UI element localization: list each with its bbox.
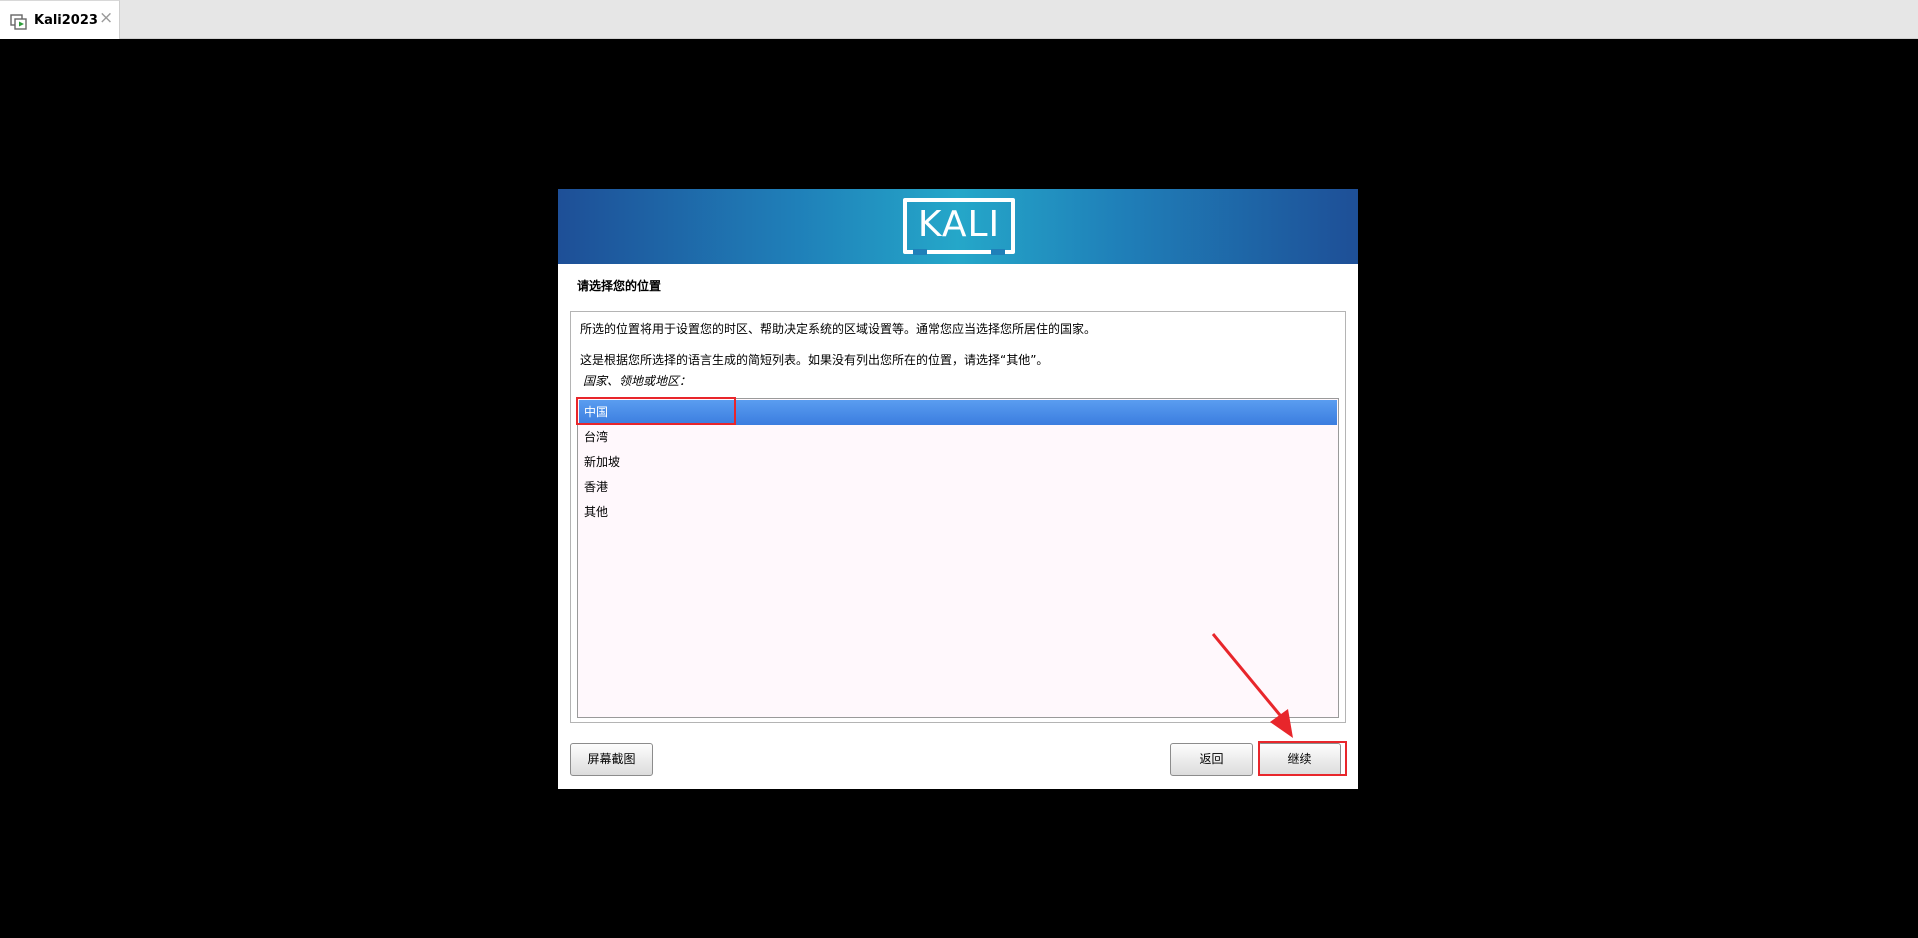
host-tab-bar: Kali2023 × bbox=[0, 0, 1918, 39]
list-item-taiwan[interactable]: 台湾 bbox=[579, 425, 1337, 450]
vm-play-icon bbox=[10, 14, 27, 30]
close-icon[interactable]: × bbox=[99, 10, 113, 27]
page-title: 请选择您的位置 bbox=[577, 279, 662, 293]
list-item-singapore[interactable]: 新加坡 bbox=[579, 450, 1337, 475]
kali-banner: KALI bbox=[558, 189, 1358, 264]
list-item-hong-kong[interactable]: 香港 bbox=[579, 475, 1337, 500]
vm-tab-title: Kali2023 bbox=[34, 13, 98, 28]
vm-tab[interactable]: Kali2023 × bbox=[0, 0, 120, 39]
screenshot-button[interactable]: 屏幕截图 bbox=[570, 743, 653, 776]
description-text-1: 所选的位置将用于设置您的时区、帮助决定系统的区域设置等。通常您应当选择您所居住的… bbox=[580, 322, 1097, 336]
location-field-label: 国家、领地或地区： bbox=[583, 374, 692, 388]
description-text-2: 这是根据您所选择的语言生成的简短列表。如果没有列出您所在的位置，请选择“其他”。 bbox=[580, 353, 1049, 367]
content-frame: 所选的位置将用于设置您的时区、帮助决定系统的区域设置等。通常您应当选择您所居住的… bbox=[570, 311, 1346, 723]
annotation-highlight-location bbox=[576, 397, 736, 425]
kali-logo: KALI bbox=[903, 198, 1015, 255]
installer-window: KALI 请选择您的位置 所选的位置将用于设置您的时区、帮助决定系统的区域设置等… bbox=[558, 189, 1358, 789]
annotation-highlight-continue bbox=[1258, 741, 1347, 776]
location-listbox[interactable]: 中国 台湾 新加坡 香港 其他 bbox=[577, 398, 1339, 718]
list-item-other[interactable]: 其他 bbox=[579, 500, 1337, 525]
back-button[interactable]: 返回 bbox=[1170, 743, 1253, 776]
